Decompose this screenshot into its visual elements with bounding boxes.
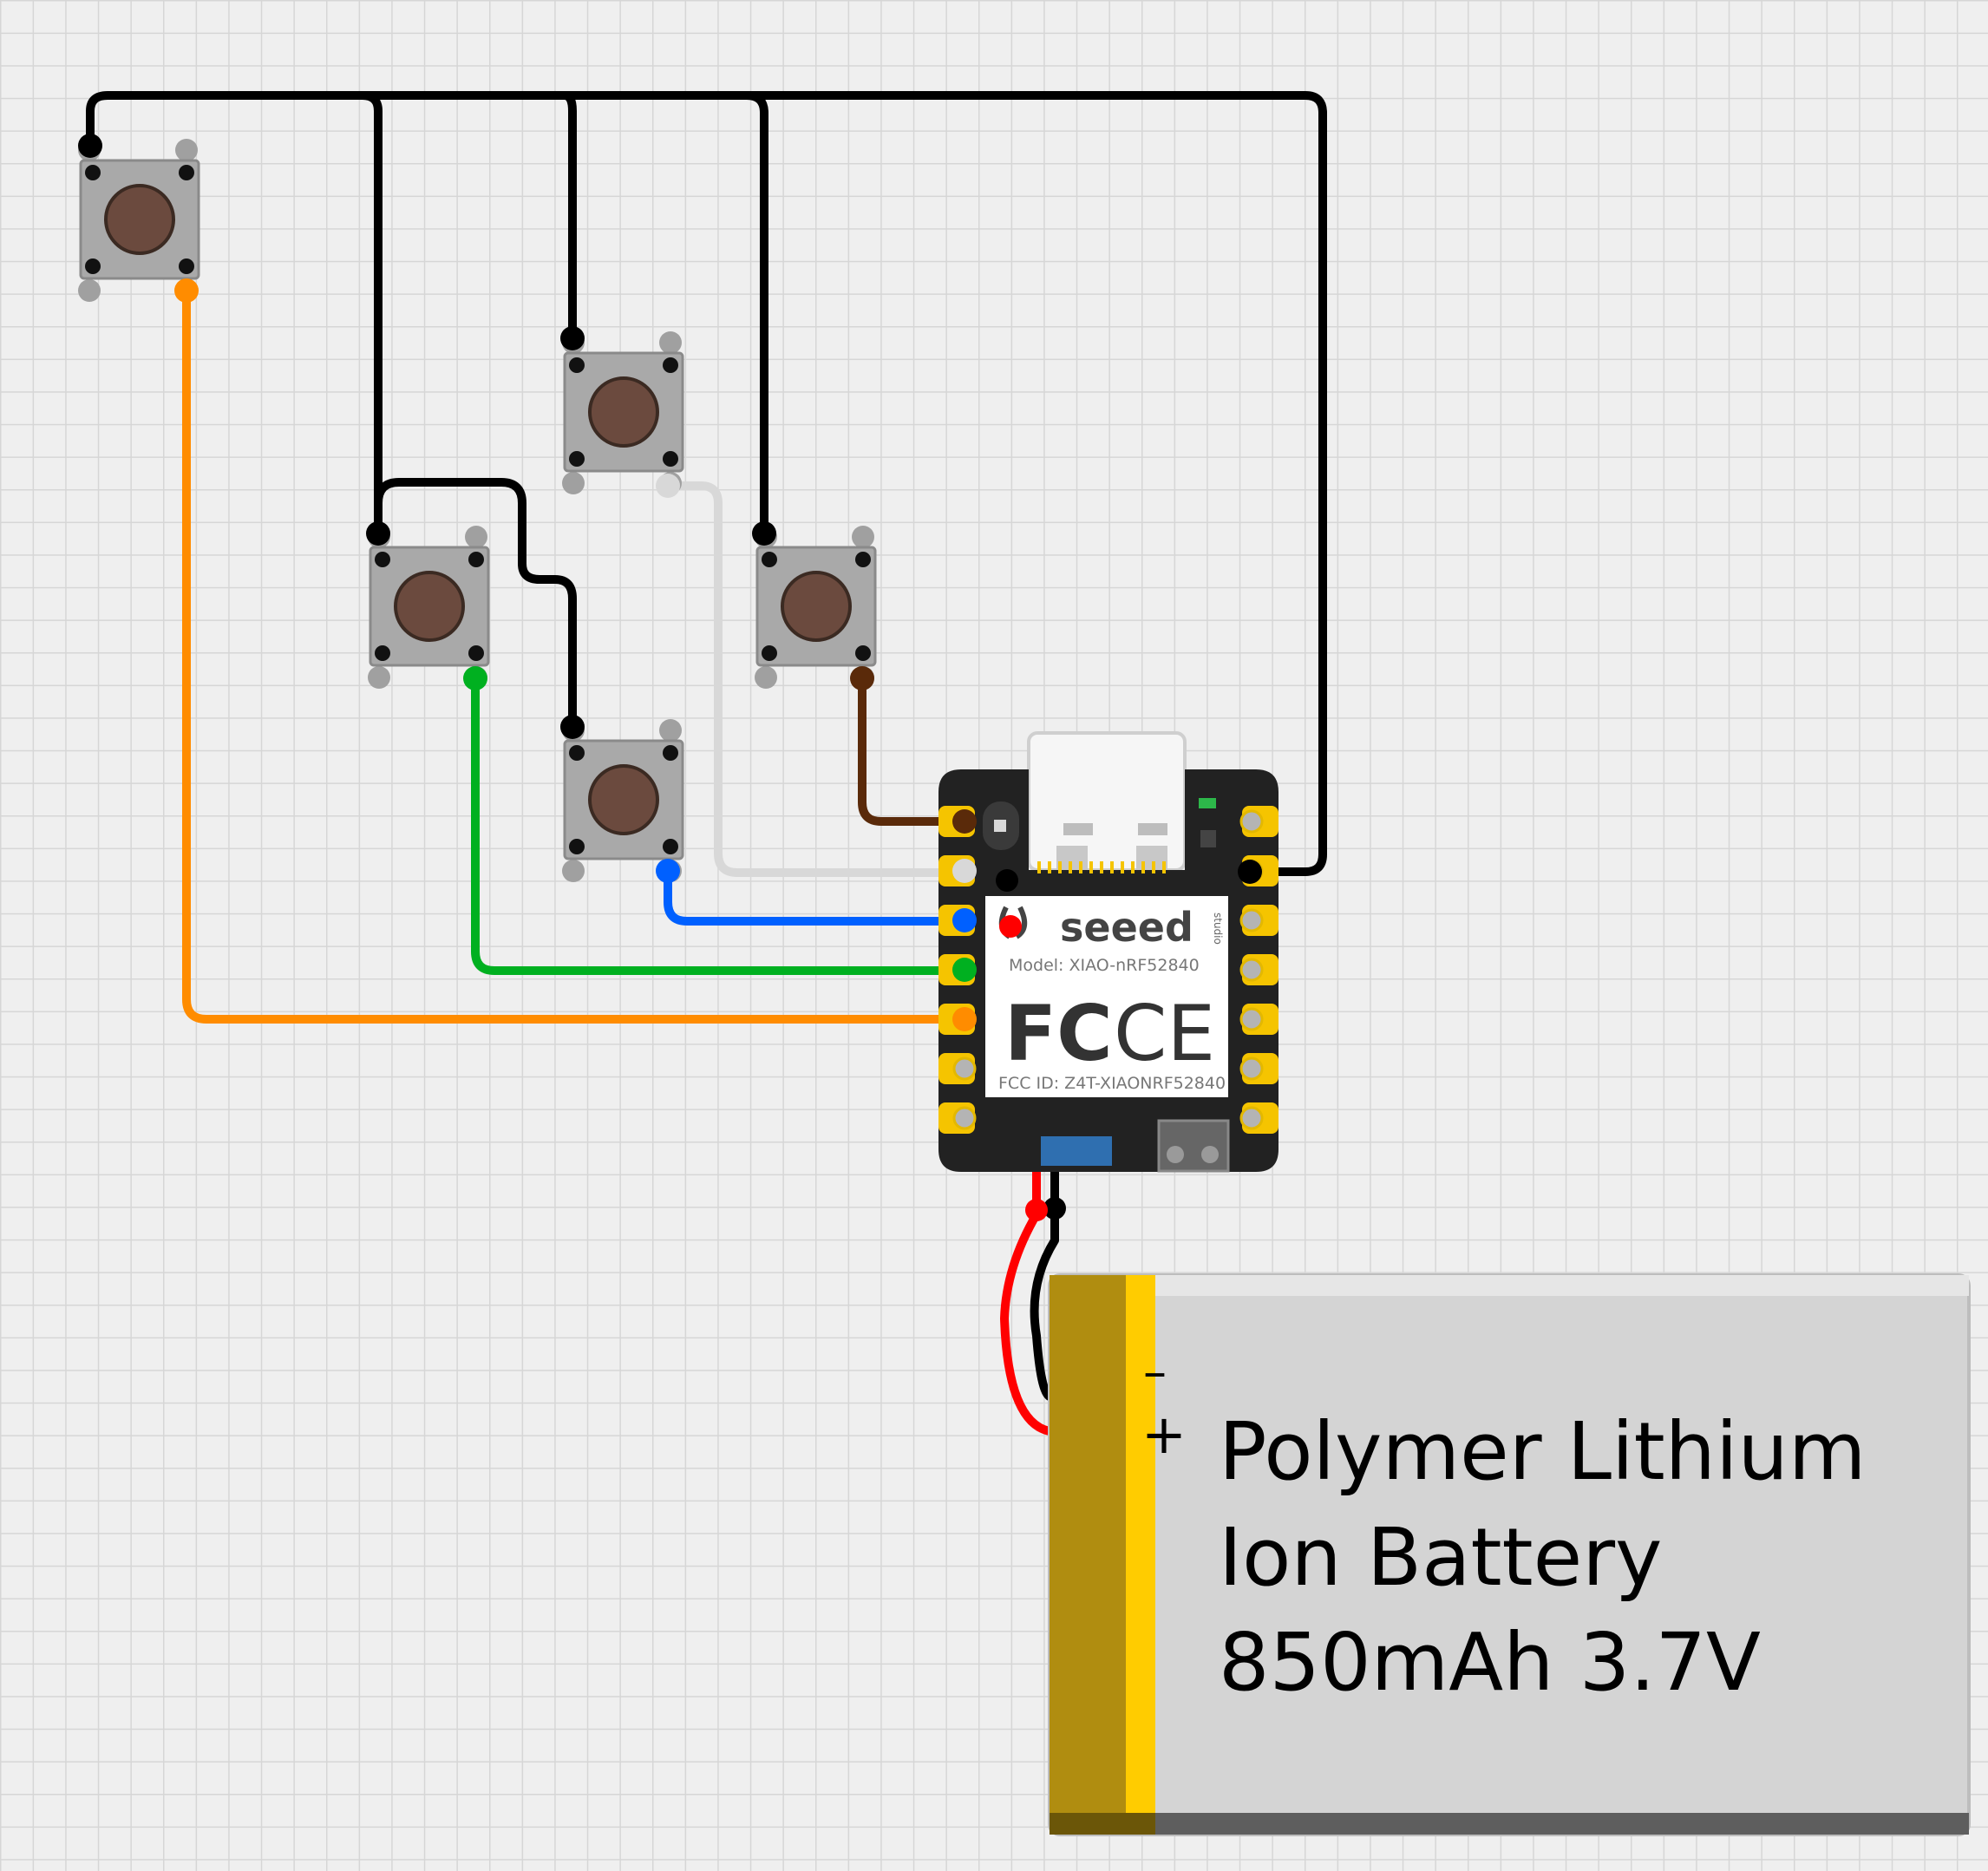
xiao-nrf52840-board[interactable]: seeed studio Model: XIAO-nRF52840 FC CE … (938, 731, 1278, 1173)
battery-band-dark (1050, 1275, 1126, 1835)
pushbutton-5[interactable] (753, 524, 877, 690)
pushbutton-1[interactable] (76, 137, 200, 304)
fcc-mark: FC (1004, 989, 1113, 1078)
battery-minus-sign: – (1143, 1344, 1167, 1399)
ce-mark: CE (1114, 989, 1215, 1078)
battery-label-line3: 850mAh 3.7V (1219, 1616, 1761, 1709)
brand-sub-text: studio (1212, 913, 1224, 945)
fcc-id-text: FCC ID: Z4T-XIAONRF52840 (998, 1074, 1226, 1093)
model-text: Model: XIAO-nRF52840 (1009, 956, 1200, 975)
pushbutton-4[interactable] (560, 717, 684, 884)
battery-label-line1: Polymer Lithium (1219, 1405, 1866, 1498)
battery-connector-pad (1041, 1136, 1112, 1166)
pushbutton-3[interactable] (560, 330, 684, 496)
battery-plus-sign: + (1141, 1403, 1187, 1466)
brand-text: seeed (1060, 904, 1193, 951)
pushbutton-2[interactable] (366, 524, 490, 690)
battery-label-line2: Ion Battery (1219, 1511, 1662, 1604)
lipo-battery[interactable]: – + Polymer Lithium Ion Battery 850mAh 3… (1048, 1273, 1971, 1836)
led (1199, 798, 1216, 808)
circuit-canvas: seeed studio Model: XIAO-nRF52840 FC CE … (0, 0, 1988, 1871)
